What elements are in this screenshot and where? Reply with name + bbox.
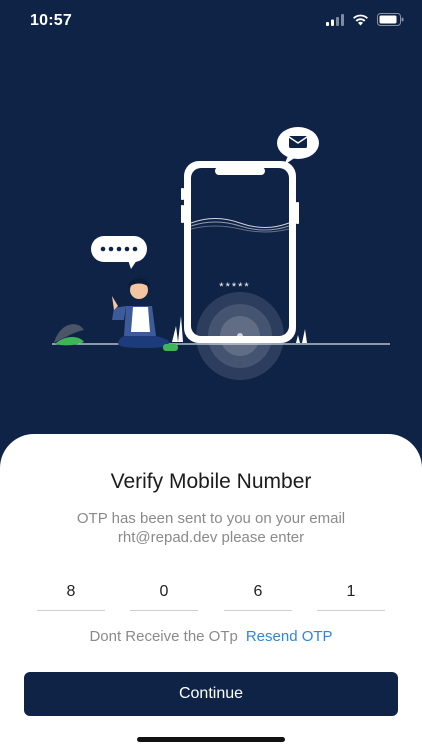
wifi-icon — [353, 14, 368, 25]
leaf-icon — [54, 324, 84, 346]
resend-prompt: Dont Receive the OTp — [89, 628, 238, 645]
otp-digit-2[interactable] — [130, 574, 198, 611]
otp-instructions: OTP has been sent to you on your email r… — [76, 510, 346, 546]
mail-icon — [277, 127, 319, 165]
otp-digit-4[interactable] — [317, 574, 385, 611]
continue-button[interactable]: Continue — [24, 672, 398, 716]
otp-digit-1[interactable] — [37, 574, 105, 611]
status-icons — [326, 13, 404, 26]
verification-sheet: Verify Mobile Number OTP has been sent t… — [0, 434, 422, 750]
chat-bubble-icon — [91, 236, 147, 269]
status-time: 10:57 — [30, 12, 72, 29]
smartphone-icon — [181, 161, 299, 380]
otp-digit-3[interactable] — [224, 574, 292, 611]
verification-illustration: ***** — [52, 127, 390, 380]
status-bar: 10:57 — [0, 0, 422, 44]
person-icon — [112, 278, 178, 351]
resend-row: Dont Receive the OTp Resend OTP — [0, 628, 422, 645]
cellular-signal-icon — [326, 13, 344, 26]
home-indicator — [137, 737, 285, 742]
phone-masked-text: ***** — [219, 281, 250, 293]
otp-input-group — [37, 574, 385, 612]
page-title: Verify Mobile Number — [110, 470, 312, 493]
battery-icon — [377, 13, 404, 26]
resend-otp-link[interactable]: Resend OTP — [246, 628, 333, 645]
